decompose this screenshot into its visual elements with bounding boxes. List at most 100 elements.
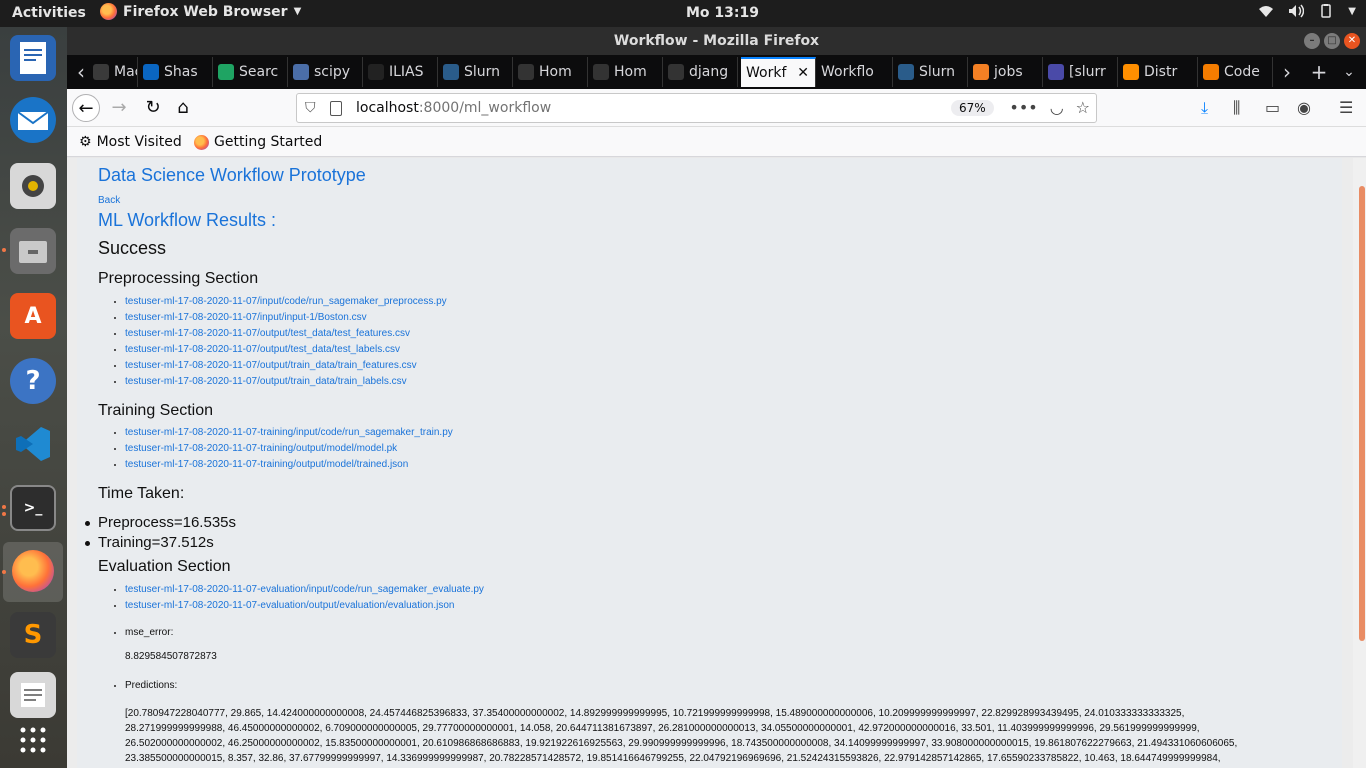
- tracking-protection-shield-icon[interactable]: ⛉: [305, 100, 316, 116]
- list-item[interactable]: testuser-ml-17-08-2020-11-07/output/test…: [125, 326, 447, 342]
- files-icon[interactable]: [10, 228, 56, 274]
- terminal-icon[interactable]: >_: [10, 485, 56, 531]
- tab[interactable]: Slurn: [438, 57, 513, 87]
- firefox-dock-icon[interactable]: [10, 548, 56, 594]
- activities-button[interactable]: Activities: [12, 5, 86, 21]
- tab-label: Distr: [1144, 64, 1178, 80]
- list-item[interactable]: testuser-ml-17-08-2020-11-07/output/trai…: [125, 374, 447, 390]
- account-icon[interactable]: ◉: [1297, 98, 1311, 117]
- sidebar-icon[interactable]: ▭: [1265, 98, 1280, 117]
- page-info-icon[interactable]: [330, 101, 342, 116]
- tab[interactable]: Searc: [213, 57, 288, 87]
- page-actions-icon[interactable]: •••: [1009, 98, 1037, 117]
- tab-label: ILIAS: [389, 64, 424, 80]
- github-icon: [518, 64, 534, 80]
- list-item[interactable]: testuser-ml-17-08-2020-11-07/input/input…: [125, 310, 447, 326]
- list-item: Training=37.512s: [85, 533, 236, 553]
- url-text[interactable]: localhost:8000/ml_workflow: [356, 100, 551, 116]
- library-icon[interactable]: ⫼: [1233, 98, 1240, 118]
- pocket-icon[interactable]: ◡: [1050, 98, 1064, 117]
- back-button[interactable]: ←: [72, 94, 100, 122]
- thunderbird-icon[interactable]: [10, 97, 56, 143]
- tab[interactable]: [slurr: [1043, 57, 1118, 87]
- gear-icon: ⚙: [79, 134, 92, 150]
- mse-list: mse_error:: [98, 625, 173, 641]
- predictions-list: Predictions:: [98, 678, 177, 694]
- home-button[interactable]: ⌂: [169, 94, 197, 122]
- tab-scroll-right-icon[interactable]: ›: [1275, 57, 1299, 87]
- tab[interactable]: scipy: [288, 57, 363, 87]
- rhythmbox-icon[interactable]: [10, 163, 56, 209]
- system-tray[interactable]: ▼: [1258, 4, 1356, 18]
- new-tab-button[interactable]: +: [1307, 57, 1331, 87]
- tab-label: Slurn: [464, 64, 501, 80]
- zoom-indicator[interactable]: 67%: [951, 100, 994, 116]
- vscode-icon[interactable]: [10, 421, 56, 467]
- window-titlebar[interactable]: Workflow - Mozilla Firefox – □ ✕: [67, 27, 1366, 55]
- getting-started-bookmark[interactable]: Getting Started: [194, 134, 322, 150]
- status-text: Success: [98, 238, 167, 258]
- tab-label: Slurn: [919, 64, 956, 80]
- discourse-icon: [1048, 64, 1064, 80]
- predictions-line: 23.385500000000015, 8.357, 32.86, 37.677…: [125, 753, 1221, 764]
- downloads-icon[interactable]: ⤓: [1201, 98, 1208, 118]
- tab[interactable]: Hom: [588, 57, 663, 87]
- results-heading: ML Workflow Results :: [98, 210, 277, 230]
- slurm-icon: [898, 64, 914, 80]
- tab-label: Mach: [114, 64, 137, 80]
- close-window-button[interactable]: ✕: [1344, 33, 1360, 49]
- github-icon: [593, 64, 609, 80]
- libreoffice-writer-icon[interactable]: [10, 35, 56, 81]
- list-item[interactable]: testuser-ml-17-08-2020-11-07/output/trai…: [125, 358, 447, 374]
- tab[interactable]: Mach: [88, 57, 138, 87]
- system-top-bar: Activities Firefox Web Browser ▼ Mo 13:1…: [0, 0, 1366, 27]
- scrollbar-thumb[interactable]: [1359, 186, 1365, 641]
- tab[interactable]: ILIAS: [363, 57, 438, 87]
- text-editor-icon[interactable]: [10, 672, 56, 718]
- mse-label: mse_error:: [125, 627, 174, 638]
- close-tab-icon[interactable]: ✕: [797, 65, 809, 81]
- list-item[interactable]: testuser-ml-17-08-2020-11-07-training/ou…: [125, 441, 453, 457]
- time-taken-list: Preprocess=16.535s Training=37.512s: [85, 513, 236, 553]
- tab[interactable]: Slurn: [893, 57, 968, 87]
- hamburger-menu-icon[interactable]: ☰: [1339, 98, 1353, 117]
- list-item: mse_error:: [125, 625, 173, 641]
- tab[interactable]: Hom: [513, 57, 588, 87]
- forward-button[interactable]: →: [105, 94, 133, 122]
- getting-started-label: Getting Started: [214, 134, 323, 150]
- maximize-button[interactable]: □: [1324, 33, 1340, 49]
- list-item[interactable]: testuser-ml-17-08-2020-11-07-training/ou…: [125, 457, 453, 473]
- tab-label: Searc: [239, 64, 279, 80]
- tab[interactable]: Code: [1198, 57, 1273, 87]
- list-item[interactable]: testuser-ml-17-08-2020-11-07-evaluation/…: [125, 582, 484, 598]
- predictions-values: [20.780947228040777, 29.865, 14.42400000…: [125, 706, 1335, 766]
- predictions-label: Predictions:: [125, 680, 178, 691]
- list-item[interactable]: testuser-ml-17-08-2020-11-07/input/code/…: [125, 294, 447, 310]
- clock[interactable]: Mo 13:19: [686, 5, 759, 21]
- software-center-icon[interactable]: A: [10, 293, 56, 339]
- tab[interactable]: djang: [663, 57, 738, 87]
- show-apps-grid-icon[interactable]: [10, 717, 56, 763]
- minimize-button[interactable]: –: [1304, 33, 1320, 49]
- list-item[interactable]: testuser-ml-17-08-2020-11-07-evaluation/…: [125, 598, 484, 614]
- reload-button[interactable]: ↻: [139, 94, 167, 122]
- tab-label: Hom: [539, 64, 572, 80]
- url-bar[interactable]: ⛉ localhost:8000/ml_workflow 67% ••• ◡ ☆: [296, 93, 1097, 123]
- tab[interactable]: jobs: [968, 57, 1043, 87]
- list-all-tabs-icon[interactable]: ⌄: [1337, 57, 1361, 87]
- sublime-text-icon[interactable]: S: [10, 612, 56, 658]
- page-title-link[interactable]: Data Science Workflow Prototype: [98, 165, 366, 185]
- tab[interactable]: Workf ✕: [741, 57, 816, 87]
- tab[interactable]: Distr: [1118, 57, 1198, 87]
- scipy-icon: [293, 64, 309, 80]
- most-visited-bookmark[interactable]: ⚙ Most Visited: [79, 134, 182, 150]
- help-icon[interactable]: ?: [10, 358, 56, 404]
- tab[interactable]: Shas: [138, 57, 213, 87]
- list-item[interactable]: testuser-ml-17-08-2020-11-07/output/test…: [125, 342, 447, 358]
- page-scrollbar[interactable]: [1353, 158, 1366, 768]
- app-menu[interactable]: Firefox Web Browser ▼: [100, 3, 301, 20]
- list-item[interactable]: testuser-ml-17-08-2020-11-07-training/in…: [125, 425, 453, 441]
- back-link[interactable]: Back: [98, 195, 120, 206]
- tab[interactable]: Workflo: [816, 57, 893, 87]
- bookmark-star-icon[interactable]: ☆: [1076, 98, 1090, 117]
